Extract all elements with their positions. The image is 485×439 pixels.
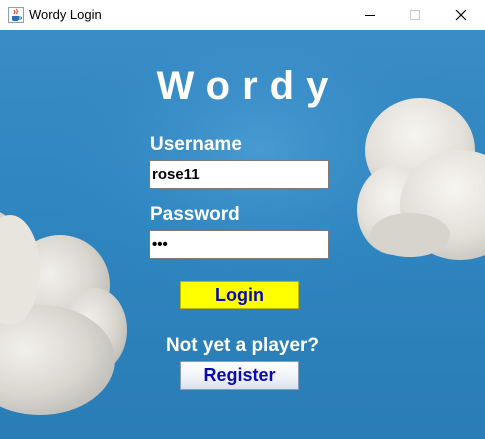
- java-cup-icon: [8, 7, 24, 23]
- login-button[interactable]: Login: [180, 281, 299, 309]
- window-title: Wordy Login: [29, 7, 102, 22]
- minimize-icon: [365, 15, 375, 16]
- title-bar[interactable]: Wordy Login: [0, 0, 485, 30]
- minimize-button[interactable]: [347, 0, 393, 30]
- username-label: Username: [150, 134, 242, 155]
- close-button[interactable]: [438, 0, 484, 30]
- close-icon: [455, 9, 467, 21]
- app-heading: Wordy: [156, 64, 341, 108]
- password-label: Password: [150, 204, 240, 225]
- maximize-button[interactable]: [392, 0, 438, 30]
- username-input[interactable]: [149, 160, 329, 189]
- login-window: Wordy Login Wordy Username rose11 Passwo…: [0, 0, 485, 439]
- register-prompt: Not yet a player?: [165, 335, 320, 356]
- right-cloud-graphic: [357, 98, 485, 260]
- register-button[interactable]: Register: [180, 361, 299, 390]
- password-input[interactable]: [149, 230, 329, 259]
- maximize-icon: [410, 10, 420, 20]
- login-panel: Wordy Username Password Login Not yet a …: [0, 30, 485, 439]
